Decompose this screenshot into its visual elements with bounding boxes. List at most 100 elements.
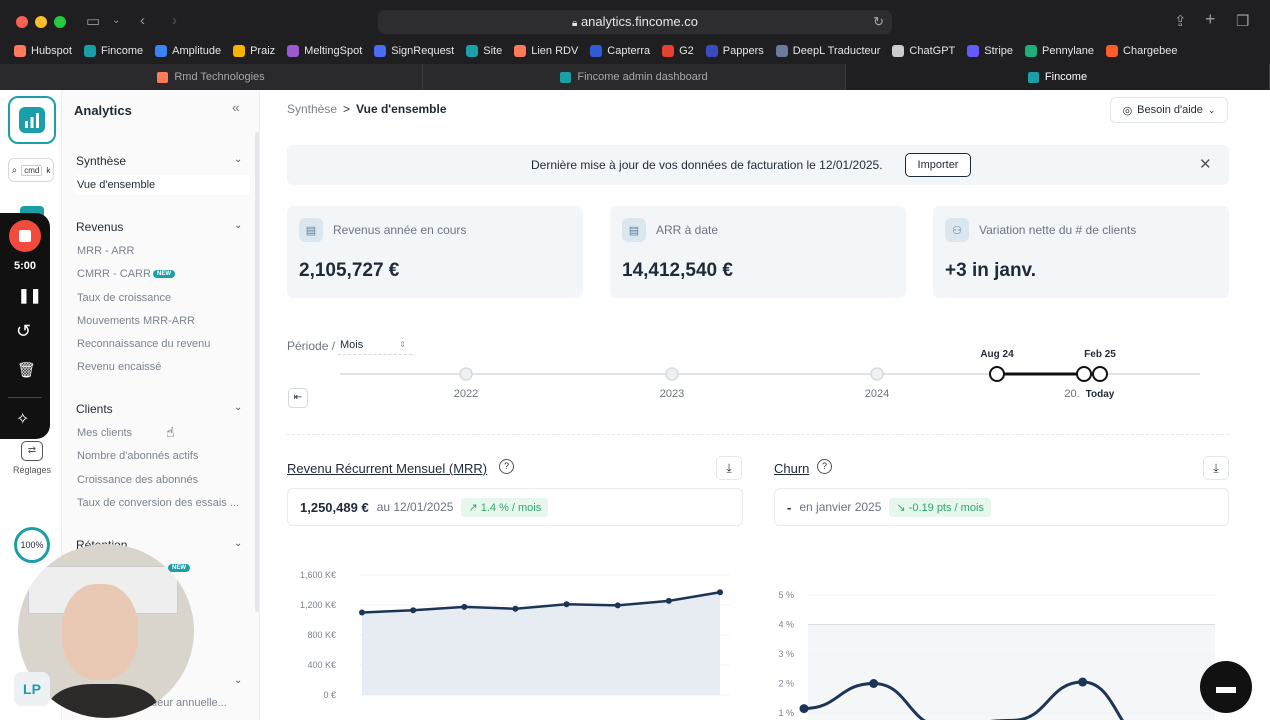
restart-icon[interactable]: ↺ xyxy=(16,321,31,342)
help-button[interactable]: ◎ Besoin d'aide ⌄ xyxy=(1110,97,1228,123)
chevron-down-icon[interactable]: ⌄ xyxy=(234,154,242,165)
bookmark-favicon-icon xyxy=(1025,45,1038,57)
bookmark-item[interactable]: Amplitude xyxy=(155,45,221,57)
url-text: analytics.fincome.co xyxy=(580,14,698,29)
mrr-point[interactable] xyxy=(717,589,723,596)
minimize-window-dot[interactable] xyxy=(35,16,47,28)
fincome-logo-icon[interactable] xyxy=(8,96,56,144)
trash-icon[interactable]: 🗑︎ xyxy=(17,361,36,379)
sidebar-item-mouvements[interactable]: Mouvements MRR-ARR xyxy=(77,315,195,327)
section-revenus[interactable]: Revenus xyxy=(76,220,123,234)
pause-icon[interactable]: ❚❚ xyxy=(18,287,41,304)
breadcrumb-parent[interactable]: Synthèse xyxy=(287,102,337,116)
sidebar-scrollbar[interactable] xyxy=(255,132,259,612)
churn-title[interactable]: Churn xyxy=(774,461,809,476)
tab-overview-icon[interactable]: ❐ xyxy=(1236,12,1249,30)
sidebar-item-mes-clients[interactable]: Mes clients xyxy=(77,427,132,439)
download-churn-button[interactable]: ⤓ xyxy=(1203,456,1229,480)
bookmark-label: SignRequest xyxy=(391,45,455,57)
bookmark-item[interactable]: Lien RDV xyxy=(514,45,578,57)
progress-ring[interactable]: 100% xyxy=(14,527,50,563)
browser-tab[interactable]: Rmd Technologies xyxy=(0,64,423,90)
chevron-down-icon[interactable]: ⌄ xyxy=(234,538,242,549)
sidebar-item-cmrr-carr[interactable]: CMRR - CARR xyxy=(77,268,151,280)
sidebar-item-croissance-abonnes[interactable]: Croissance des abonnés xyxy=(77,474,198,486)
address-bar[interactable]: 🔒︎ analytics.fincome.co ↻ xyxy=(378,10,892,34)
bookmark-label: Pappers xyxy=(722,45,764,57)
churn-point[interactable] xyxy=(869,679,879,688)
chat-button[interactable]: ▬ xyxy=(1200,661,1252,713)
back-icon[interactable]: ‹ xyxy=(140,12,145,29)
import-button[interactable]: Importer xyxy=(905,153,971,177)
bookmark-item[interactable]: ChatGPT xyxy=(892,45,955,57)
download-mrr-button[interactable]: ⤓ xyxy=(716,456,742,480)
command-search-button[interactable]: ⌕ cmd k xyxy=(8,158,54,182)
sidebar-item-abonnes-actifs[interactable]: Nombre d'abonnés actifs xyxy=(77,450,198,462)
share-icon[interactable]: ⇪ xyxy=(1174,12,1187,30)
mrr-point[interactable] xyxy=(665,597,672,604)
stop-recording-button[interactable] xyxy=(9,220,41,252)
bookmark-item[interactable]: MeltingSpot xyxy=(287,45,362,57)
bookmark-item[interactable]: G2 xyxy=(662,45,694,57)
sidebar-item-revenu-encaisse[interactable]: Revenu encaissé xyxy=(77,361,161,373)
kpi-value: 2,105,727 € xyxy=(299,260,400,281)
section-clients[interactable]: Clients xyxy=(76,402,113,416)
effects-wand-icon[interactable]: ✧ xyxy=(16,409,29,429)
new-tab-icon[interactable]: + xyxy=(1205,9,1216,30)
bookmark-item[interactable]: Capterra xyxy=(590,45,650,57)
range-label: Feb 25 xyxy=(1084,349,1116,360)
churn-point[interactable] xyxy=(799,704,809,714)
range-end-handle[interactable] xyxy=(1092,366,1108,382)
mrr-point[interactable] xyxy=(563,601,570,608)
mrr-point[interactable] xyxy=(359,609,365,616)
mrr-point[interactable] xyxy=(410,607,417,614)
sidebar-item-mrr-arr[interactable]: MRR - ARR xyxy=(77,245,134,257)
year-marker[interactable] xyxy=(665,367,679,381)
settings-label[interactable]: Réglages xyxy=(8,465,56,475)
year-marker[interactable] xyxy=(870,367,884,381)
bookmark-item[interactable]: Chargebee xyxy=(1106,45,1177,57)
mrr-point[interactable] xyxy=(614,602,621,609)
mrr-title[interactable]: Revenu Récurrent Mensuel (MRR) xyxy=(287,461,487,476)
close-window-dot[interactable] xyxy=(16,16,28,28)
bookmark-item[interactable]: Hubspot xyxy=(14,45,72,57)
chevron-down-icon[interactable]: ⌄ xyxy=(112,15,120,26)
collapse-sidebar-icon[interactable]: « xyxy=(232,99,240,115)
forward-icon[interactable]: › xyxy=(172,12,177,29)
sidebar-toggle-icon[interactable]: ▭ xyxy=(86,12,100,30)
range-start-handle[interactable] xyxy=(989,366,1005,382)
user-avatar[interactable]: LP xyxy=(14,672,50,706)
timeline-slider[interactable]: 2022 2023 2024 20. Aug 24 Feb 25 Today xyxy=(260,340,1254,420)
bookmark-item[interactable]: Praiz xyxy=(233,45,275,57)
help-circle-icon[interactable]: ? xyxy=(817,459,832,474)
browser-tab[interactable]: Fincome xyxy=(846,64,1270,90)
year-marker[interactable] xyxy=(459,367,473,381)
bookmark-item[interactable]: Pappers xyxy=(705,45,764,57)
close-icon[interactable]: ✕ xyxy=(1199,155,1212,173)
reload-icon[interactable]: ↻ xyxy=(873,10,884,34)
bookmark-item[interactable]: Fincome xyxy=(83,45,143,57)
chevron-down-icon[interactable]: ⌄ xyxy=(234,220,242,231)
zoom-window-dot[interactable] xyxy=(54,16,66,28)
browser-tab[interactable]: Fincome admin dashboard xyxy=(423,64,846,90)
range-marker[interactable] xyxy=(1076,366,1092,382)
mrr-point[interactable] xyxy=(461,603,468,610)
churn-point[interactable] xyxy=(1078,677,1088,687)
sidebar-item-label[interactable]: Vue d'ensemble xyxy=(77,179,155,191)
chevron-down-icon[interactable]: ⌄ xyxy=(234,402,242,413)
chevron-down-icon[interactable]: ⌄ xyxy=(234,675,242,686)
sidebar-item-taux-croissance[interactable]: Taux de croissance xyxy=(77,292,171,304)
mrr-point[interactable] xyxy=(512,605,519,612)
bookmark-item[interactable]: Stripe xyxy=(967,45,1013,57)
sidebar-item-reconnaissance[interactable]: Reconnaissance du revenu xyxy=(77,338,210,350)
bookmark-item[interactable]: SignRequest xyxy=(374,45,454,57)
section-synthese[interactable]: Synthèse xyxy=(76,154,126,168)
settings-icon[interactable]: ⇄ xyxy=(21,441,43,461)
help-circle-icon[interactable]: ? xyxy=(499,459,514,474)
cmd-key: cmd xyxy=(21,164,43,176)
bookmark-item[interactable]: Pennylane xyxy=(1025,45,1094,57)
sidebar-item-taux-conversion[interactable]: Taux de conversion des essais ... xyxy=(77,497,239,509)
bookmark-item[interactable]: DeepL Traducteur xyxy=(775,45,880,57)
bookmark-item[interactable]: Site xyxy=(466,45,502,57)
page-scrollbar[interactable] xyxy=(1254,90,1270,720)
